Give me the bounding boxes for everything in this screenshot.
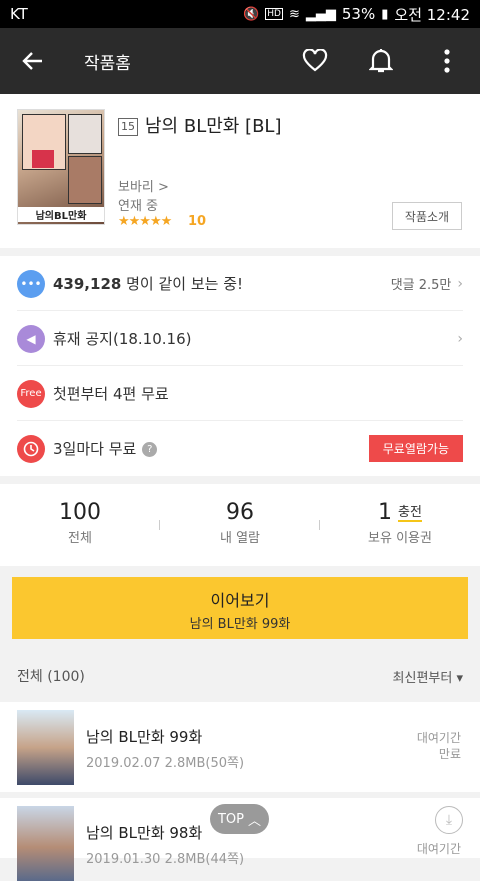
episode-thumbnail <box>17 710 74 785</box>
arrow-left-icon <box>22 52 42 70</box>
favorite-button[interactable] <box>282 28 348 94</box>
top-label: TOP <box>217 811 244 827</box>
bell-icon <box>369 49 393 73</box>
clock-icon <box>17 434 45 463</box>
episode-list-header: 전체 (100) 최신편부터 ▾ <box>0 652 480 700</box>
episode-meta: 2019.02.07 2.8MB(50쪽) <box>86 756 245 771</box>
megaphone-icon: ◀ <box>17 324 45 353</box>
author-link[interactable]: 보바리 > <box>118 176 169 195</box>
star-rating-icon: ★★★★★ <box>118 214 172 229</box>
help-icon[interactable]: ? <box>142 442 158 457</box>
work-intro-button[interactable]: 작품소개 <box>392 202 462 230</box>
viewers-count: 439,128 <box>53 275 122 293</box>
cover-thumbnail[interactable]: 남의BL만화 <box>17 109 105 225</box>
count-label: 보유 이용권 <box>368 531 432 546</box>
chevron-right-icon: › <box>457 275 463 292</box>
signal-icon: ▂▄▆ <box>305 6 336 22</box>
page-title: 작품홈 <box>84 53 131 74</box>
comments-count: 댓글 2.5만 <box>390 278 452 293</box>
ticket-count: 1 충전 보유 이용권 <box>320 484 480 566</box>
wait-free-row: 3일마다 무료? 무료열람가능 <box>0 421 480 476</box>
info-section: ••• 439,128 명이 같이 보는 중! 댓글 2.5만 › ◀ 휴재 공… <box>0 256 480 476</box>
comments-link[interactable]: 댓글 2.5만 › <box>390 274 463 294</box>
clock-face-icon <box>23 441 39 456</box>
episode-item[interactable]: 남의 BL만화 99화 2019.02.07 2.8MB(50쪽) 대여기간 만… <box>0 702 480 792</box>
wait-free-label: 3일마다 무료 <box>53 440 137 458</box>
cover-logo: 남의BL만화 <box>18 207 104 222</box>
carrier-label: KT <box>10 5 28 23</box>
count-label: 전체 <box>68 531 92 546</box>
mute-icon: 🔇 <box>243 6 260 22</box>
viewed-count: 96 내 열람 <box>160 484 320 566</box>
count-value: 1 <box>378 500 393 525</box>
wait-free-text: 3일마다 무료? <box>53 438 158 459</box>
rental-label: 대여기간 <box>416 842 461 856</box>
download-icon[interactable]: ⤓ <box>435 806 463 834</box>
chevron-right-icon: › <box>457 330 463 347</box>
notice-text: 휴재 공지(18.10.16) <box>53 330 192 348</box>
more-menu-button[interactable] <box>414 28 480 94</box>
cover-book <box>32 150 54 168</box>
episode-meta: 2019.01.30 2.8MB(44쪽) <box>86 852 245 867</box>
clock: 오전 12:42 <box>394 5 470 24</box>
battery-icon: ▮ <box>381 6 389 22</box>
episode-thumbnail <box>17 806 74 881</box>
viewers-row[interactable]: ••• 439,128 명이 같이 보는 중! 댓글 2.5만 › <box>0 256 480 311</box>
chat-icon: ••• <box>17 269 45 298</box>
free-first-row: Free 첫편부터 4편 무료 <box>0 366 480 421</box>
count-value: 96 <box>226 500 254 525</box>
battery-percent: 53% <box>341 5 376 23</box>
episode-title: 남의 BL만화 98화 <box>86 824 203 842</box>
free-icon: Free <box>17 379 45 408</box>
rating-score: 10 <box>188 214 207 229</box>
hd-icon: HD <box>265 8 283 20</box>
count-summary: 100 전체 96 내 열람 1 충전 보유 이용권 <box>0 484 480 566</box>
count-label: 내 열람 <box>219 531 260 546</box>
rental-status: 대여기간 만료 <box>417 730 461 762</box>
episode-total: 전체 (100) <box>17 669 85 685</box>
count-value: 100 <box>59 500 101 525</box>
viewers-label: 명이 같이 보는 중! <box>121 275 244 293</box>
sort-dropdown[interactable]: 최신편부터 ▾ <box>393 667 463 686</box>
cover-panel <box>68 114 102 154</box>
work-summary: 남의BL만화 15 남의 BL만화 [BL] 보바리 > 연재 중 ★★★★★ … <box>0 94 480 248</box>
free-available-badge[interactable]: 무료열람가능 <box>368 435 463 462</box>
scroll-top-button[interactable]: TOP ︿ <box>210 804 269 834</box>
wifi-icon: ≋ <box>288 6 300 22</box>
app-bar: 작품홈 <box>0 28 480 94</box>
chevron-up-icon: ︿ <box>248 813 262 829</box>
serial-status: 연재 중 <box>118 199 159 214</box>
continue-episode: 남의 BL만화 99화 <box>189 617 291 632</box>
cover-panel <box>68 156 102 204</box>
age-rating-badge: 15 <box>118 118 138 136</box>
viewers-text: 439,128 명이 같이 보는 중! <box>53 273 243 294</box>
work-title: 남의 BL만화 [BL] <box>145 116 282 137</box>
ticket-count-line: 1 충전 <box>320 500 480 525</box>
rental-label: 대여기간 <box>416 731 461 745</box>
heart-icon <box>302 49 328 72</box>
notification-button[interactable] <box>348 28 414 94</box>
continue-reading-button[interactable]: 이어보기 남의 BL만화 99화 <box>12 577 468 639</box>
continue-label: 이어보기 <box>210 591 270 610</box>
free-first-text: 첫편부터 4편 무료 <box>53 385 169 403</box>
charge-button[interactable]: 충전 <box>398 505 422 522</box>
rental-value: 만료 <box>438 747 461 761</box>
episode-title: 남의 BL만화 99화 <box>86 728 203 746</box>
back-button[interactable] <box>0 28 66 94</box>
more-vertical-icon <box>444 49 450 73</box>
notice-row[interactable]: ◀ 휴재 공지(18.10.16) › <box>0 311 480 366</box>
status-bar: KT 🔇 HD ≋ ▂▄▆ 53% ▮ 오전 12:42 <box>0 0 480 28</box>
notice-chevron: › <box>457 331 463 347</box>
total-count: 100 전체 <box>0 484 160 566</box>
